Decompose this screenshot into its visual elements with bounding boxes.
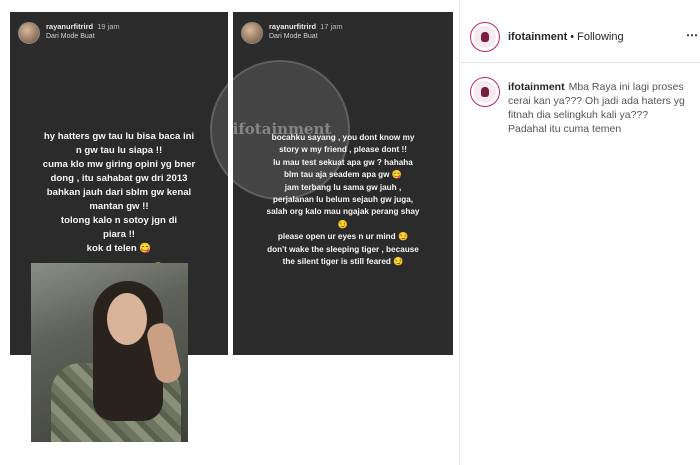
post-header: ifotainment • Following ⋯ (460, 0, 700, 63)
following-button[interactable]: Following (577, 31, 623, 43)
story-header: rayanurfitrird 17 jam Dari Mode Buat (241, 22, 343, 44)
story-time: 19 jam (97, 22, 120, 31)
caption-avatar[interactable] (470, 77, 500, 107)
separator-dot: • (570, 31, 575, 43)
account-username[interactable]: ifotainment (508, 31, 567, 43)
avatar (241, 22, 263, 44)
avatar (18, 22, 40, 44)
story-time: 17 jam (320, 22, 343, 31)
story-header: rayanurfitrird 19 jam Dari Mode Buat (18, 22, 120, 44)
watermark-text: ifotainment (232, 120, 332, 138)
caption-username[interactable]: ifotainment (508, 81, 565, 93)
instagram-post-view: rayanurfitrird 19 jam Dari Mode Buat hy h… (0, 0, 700, 465)
post-image: rayanurfitrird 19 jam Dari Mode Buat hy h… (0, 0, 459, 465)
watermark-logo: ifotainment (210, 60, 350, 200)
story-subtitle: Dari Mode Buat (46, 33, 95, 40)
selfie-photo (31, 263, 188, 442)
story-username: rayanurfitrird (269, 22, 317, 31)
account-avatar[interactable] (470, 22, 500, 52)
post-sidebar: ifotainment • Following ⋯ ifotainment Mba R… (460, 0, 700, 465)
story-username: rayanurfitrird (46, 22, 94, 31)
more-options-icon[interactable]: ⋯ (686, 28, 698, 42)
story-text: hy hatters gw tau lu bisa baca ini n gw … (42, 131, 196, 254)
story-subtitle: Dari Mode Buat (269, 33, 318, 40)
